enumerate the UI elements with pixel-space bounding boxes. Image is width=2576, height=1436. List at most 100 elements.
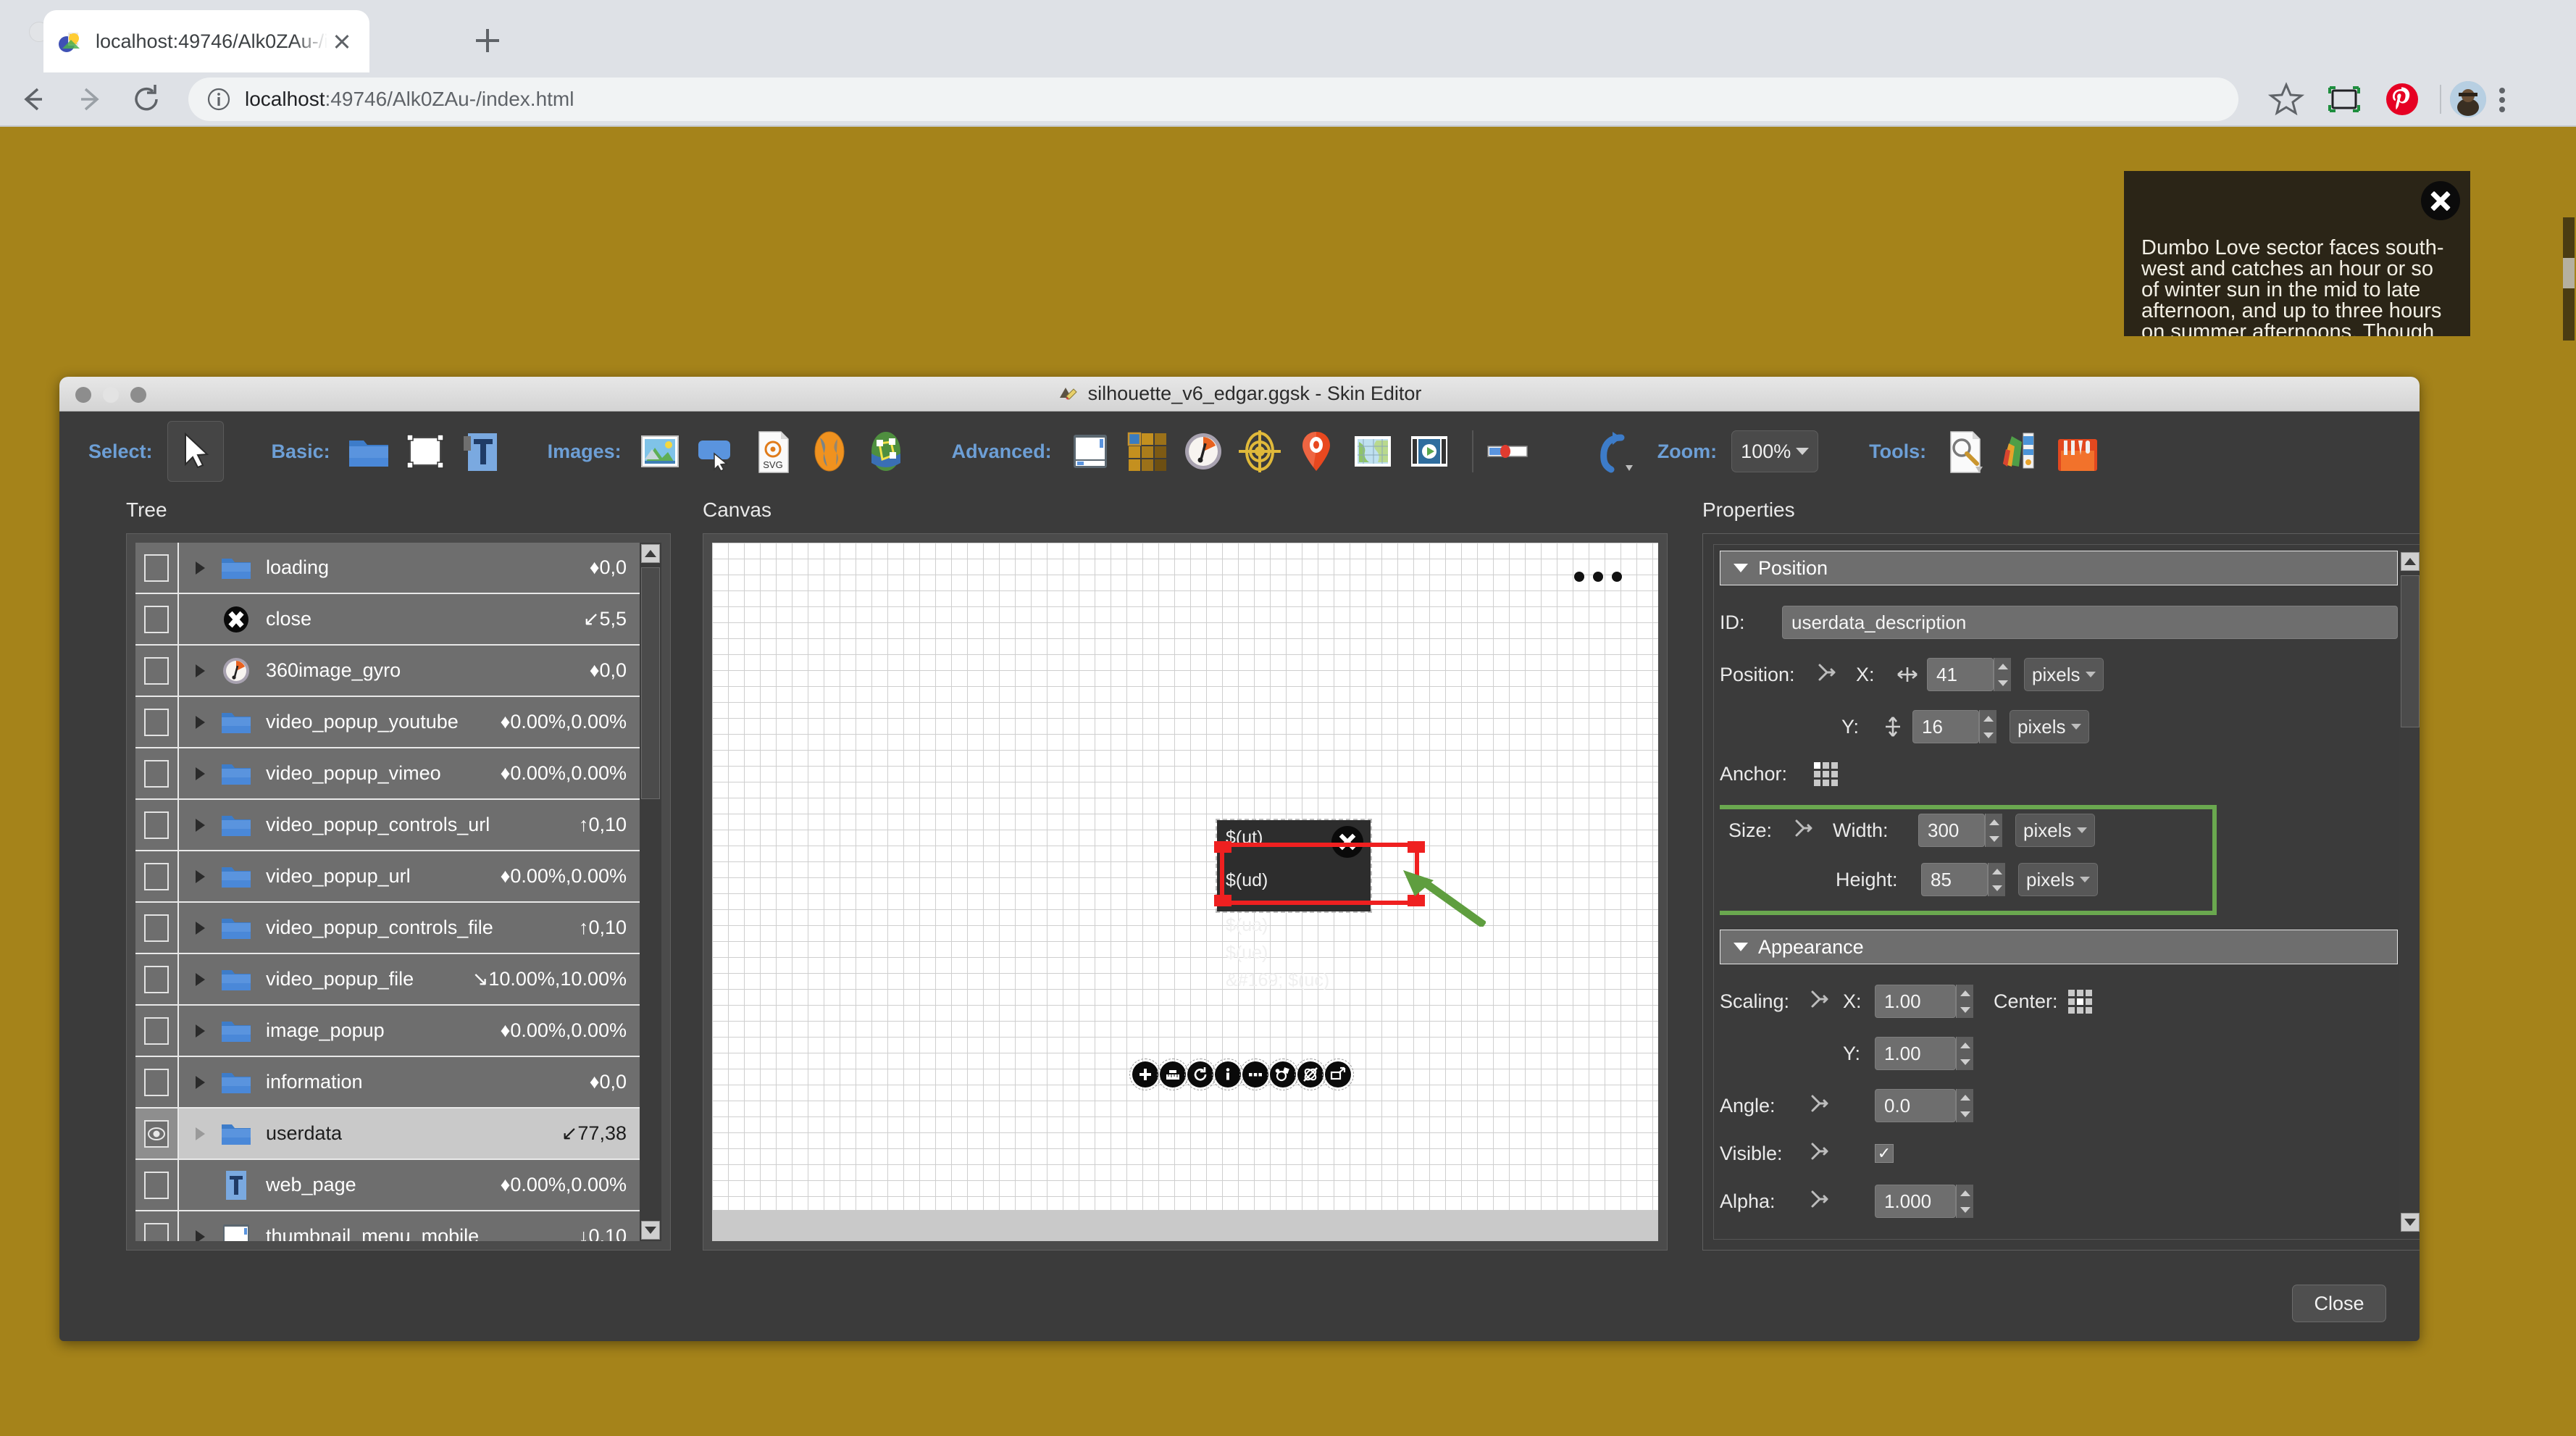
video-icon[interactable] bbox=[1405, 427, 1453, 475]
row-checkbox[interactable] bbox=[144, 862, 169, 890]
globe-orange-icon[interactable] bbox=[806, 427, 853, 475]
y-spinner[interactable] bbox=[1979, 710, 1996, 743]
share-icon[interactable] bbox=[1267, 1059, 1299, 1090]
table-row[interactable]: video_popup_youtube ♦0.00%,0.00% bbox=[135, 697, 640, 748]
section-position[interactable]: Position bbox=[1720, 551, 2398, 585]
row-expand-arrow[interactable] bbox=[188, 1075, 212, 1089]
zoom-select[interactable]: 100% bbox=[1731, 430, 1819, 472]
row-toggle-cell[interactable] bbox=[135, 748, 179, 798]
row-toggle-cell[interactable] bbox=[135, 851, 179, 901]
anchor-grid[interactable] bbox=[1814, 762, 1838, 786]
row-toggle-cell[interactable] bbox=[135, 954, 179, 1004]
row-checkbox[interactable] bbox=[144, 811, 169, 839]
cursor-icon[interactable] bbox=[167, 421, 224, 482]
table-row[interactable]: video_popup_controls_url ↑0,10 bbox=[135, 800, 640, 851]
row-toggle-cell[interactable] bbox=[135, 903, 179, 953]
table-row[interactable]: userdata ↙77,38 bbox=[135, 1109, 640, 1160]
row-expand-arrow[interactable] bbox=[188, 1127, 212, 1140]
bookmark-star-icon[interactable] bbox=[2265, 78, 2308, 121]
properties-scroll-down-button[interactable] bbox=[2401, 1213, 2420, 1232]
angle-spinner[interactable] bbox=[1956, 1089, 1973, 1122]
rectangle-icon[interactable] bbox=[401, 427, 449, 475]
row-expand-arrow[interactable] bbox=[188, 921, 212, 935]
row-checkbox[interactable] bbox=[144, 605, 169, 633]
width-input[interactable]: 300 bbox=[1918, 814, 1985, 847]
angle-spin-up[interactable] bbox=[1957, 1089, 1973, 1106]
width-stepper[interactable]: 300 bbox=[1918, 814, 2002, 847]
height-spin-up[interactable] bbox=[1989, 863, 2005, 880]
table-row[interactable]: close ↙5,5 bbox=[135, 594, 640, 646]
row-expand-arrow[interactable] bbox=[188, 972, 212, 986]
link-angle-icon[interactable] bbox=[1807, 1093, 1831, 1118]
close-button[interactable]: Close bbox=[2292, 1285, 2386, 1322]
row-toggle-cell[interactable] bbox=[135, 1057, 179, 1107]
properties-scrollbar-thumb[interactable] bbox=[2401, 575, 2420, 727]
table-row[interactable]: video_popup_controls_file ↑0,10 bbox=[135, 903, 640, 954]
button-icon[interactable] bbox=[693, 427, 740, 475]
table-row[interactable]: thumbnail_menu_mobile ↓0,10 bbox=[135, 1211, 640, 1241]
tree-scroll-down-button[interactable] bbox=[641, 1221, 660, 1240]
section-appearance[interactable]: Appearance bbox=[1720, 930, 2398, 964]
row-expand-arrow[interactable] bbox=[188, 869, 212, 883]
scale-x-spinner[interactable] bbox=[1956, 985, 1973, 1018]
editor-minimize-dot[interactable] bbox=[103, 387, 119, 403]
row-expand-arrow[interactable] bbox=[188, 561, 212, 575]
table-row[interactable]: 360image_gyro ♦0,0 bbox=[135, 646, 640, 697]
row-toggle-cell[interactable] bbox=[135, 543, 179, 593]
x-spin-up[interactable] bbox=[1994, 658, 2011, 675]
height-stepper[interactable]: 85 bbox=[1921, 863, 2005, 896]
browser-tab[interactable]: localhost:49746/Alk0ZAu-/index.html bbox=[43, 10, 369, 72]
x-unit-select[interactable]: pixels bbox=[2024, 658, 2104, 691]
image-icon[interactable] bbox=[636, 427, 684, 475]
row-checkbox[interactable] bbox=[144, 914, 169, 942]
id-field[interactable]: userdata_description bbox=[1782, 606, 2398, 639]
scale-x-spin-up[interactable] bbox=[1957, 985, 1973, 1001]
table-row[interactable]: loading ♦0,0 bbox=[135, 543, 640, 594]
editor-maximize-dot[interactable] bbox=[130, 387, 146, 403]
tree-list[interactable]: loading ♦0,0 close ↙5,5 360image_gyro ♦0,0 vid… bbox=[135, 543, 640, 1241]
y-unit-select[interactable]: pixels bbox=[2010, 710, 2089, 743]
scale-y-stepper[interactable]: 1.00 bbox=[1875, 1037, 1973, 1070]
row-checkbox[interactable] bbox=[144, 708, 169, 736]
x-spin-down[interactable] bbox=[1994, 675, 2011, 691]
window-icon[interactable] bbox=[1066, 427, 1114, 475]
scale-y-spin-down[interactable] bbox=[1957, 1053, 1973, 1070]
height-spin-down[interactable] bbox=[1989, 880, 2005, 896]
refresh-icon[interactable] bbox=[1184, 1059, 1216, 1090]
alpha-spin-up[interactable] bbox=[1957, 1185, 1973, 1201]
slider-icon[interactable] bbox=[1484, 427, 1531, 475]
canvas-stage[interactable]: $(ut) $(ud) $(ua) $(ue) &#169; $(uc) bbox=[712, 543, 1658, 1241]
tree-scroll-up-button[interactable] bbox=[641, 544, 660, 563]
alpha-spinner[interactable] bbox=[1956, 1185, 1973, 1218]
fullscreen-icon[interactable] bbox=[1322, 1059, 1354, 1090]
x-input[interactable]: 41 bbox=[1927, 658, 1994, 691]
angle-spin-down[interactable] bbox=[1957, 1106, 1973, 1122]
color-palette-icon[interactable] bbox=[1997, 427, 2045, 475]
row-expand-arrow[interactable] bbox=[188, 715, 212, 729]
width-spin-down[interactable] bbox=[1986, 830, 2002, 847]
table-row[interactable]: information ♦0,0 bbox=[135, 1057, 640, 1109]
site-info-icon[interactable] bbox=[206, 86, 232, 112]
width-spinner[interactable] bbox=[1985, 814, 2002, 847]
row-checkbox[interactable] bbox=[144, 759, 169, 788]
visible-checkbox[interactable]: ✓ bbox=[1875, 1144, 1894, 1163]
row-expand-arrow[interactable] bbox=[188, 767, 212, 780]
canvas-button-bar[interactable] bbox=[1129, 1059, 1354, 1090]
reload-icon[interactable] bbox=[123, 76, 170, 122]
compass-icon[interactable] bbox=[1179, 427, 1227, 475]
y-input[interactable]: 16 bbox=[1912, 710, 1979, 743]
selection-handle-tl[interactable] bbox=[1214, 841, 1231, 853]
row-expand-arrow[interactable] bbox=[188, 1230, 212, 1241]
tree-scrollbar[interactable] bbox=[640, 543, 661, 1241]
measure-icon[interactable] bbox=[1157, 1059, 1189, 1090]
gyro-off-icon[interactable] bbox=[1295, 1059, 1326, 1090]
row-checkbox[interactable] bbox=[144, 1171, 169, 1199]
table-row[interactable]: video_popup_file ↘10.00%,10.00% bbox=[135, 954, 640, 1006]
undo-icon[interactable] bbox=[1591, 427, 1639, 475]
map-icon[interactable] bbox=[1349, 427, 1397, 475]
width-spin-up[interactable] bbox=[1986, 814, 2002, 830]
add-icon[interactable] bbox=[1129, 1059, 1161, 1090]
x-stepper[interactable]: 41 bbox=[1927, 658, 2011, 691]
row-toggle-cell[interactable] bbox=[135, 1006, 179, 1056]
row-toggle-cell[interactable] bbox=[135, 594, 179, 644]
